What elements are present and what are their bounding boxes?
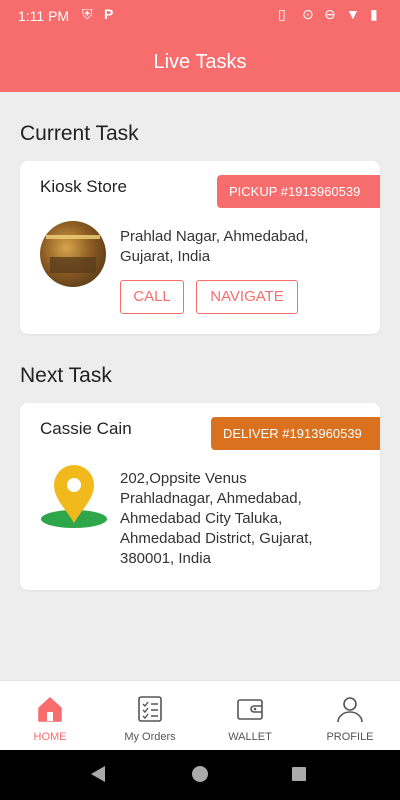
location-pin-icon bbox=[41, 465, 107, 528]
next-task-card[interactable]: Cassie Cain DELIVER #1913960539 202,Opps… bbox=[20, 403, 380, 590]
nav-wallet[interactable]: WALLET bbox=[200, 681, 300, 751]
nav-wallet-label: WALLET bbox=[228, 731, 272, 743]
orders-icon bbox=[138, 696, 162, 722]
recents-icon[interactable] bbox=[292, 767, 306, 781]
app-header: Live Tasks bbox=[0, 32, 400, 92]
nav-profile-label: PROFILE bbox=[326, 731, 374, 743]
customer-name: Cassie Cain bbox=[40, 419, 132, 438]
nav-home[interactable]: HOME bbox=[0, 681, 100, 751]
next-task-title: Next Task bbox=[20, 364, 112, 387]
pickup-badge: PICKUP #1913960539 bbox=[217, 175, 380, 208]
current-task-card[interactable]: Kiosk Store PICKUP #1913960539 Prahlad N… bbox=[20, 161, 380, 334]
shield-icon: ⛨ bbox=[82, 6, 93, 22]
status-time: 1:11 PM bbox=[18, 8, 70, 24]
navigate-button[interactable]: NAVIGATE bbox=[196, 280, 298, 314]
parking-app-icon: P bbox=[104, 6, 114, 22]
battery-icon: ▮ bbox=[370, 6, 378, 22]
call-button[interactable]: CALL bbox=[120, 280, 184, 314]
nav-my-orders-label: My Orders bbox=[124, 731, 176, 743]
store-address: Prahlad Nagar, Ahmedabad, Gujarat, India bbox=[120, 228, 309, 265]
deliver-badge: DELIVER #1913960539 bbox=[211, 417, 380, 450]
status-bar: 1:11 PM ⛨ P ▯ ⊙ ⊖ ▼ ▮ bbox=[0, 0, 400, 32]
home-icon bbox=[38, 697, 62, 722]
store-name: Kiosk Store bbox=[40, 177, 127, 196]
system-nav-bar bbox=[0, 750, 400, 800]
profile-icon bbox=[337, 697, 363, 723]
current-task-title: Current Task bbox=[20, 122, 139, 145]
page-title: Live Tasks bbox=[153, 51, 247, 73]
store-thumbnail bbox=[40, 221, 106, 287]
nav-home-label: HOME bbox=[33, 731, 67, 743]
customer-address: 202,Oppsite Venus Prahladnagar, Ahmedaba… bbox=[120, 470, 313, 567]
wifi-icon: ▼ bbox=[346, 6, 360, 22]
vibrate-icon: ▯ bbox=[278, 6, 286, 22]
nav-profile[interactable]: PROFILE bbox=[300, 681, 400, 751]
nav-my-orders[interactable]: My Orders bbox=[100, 681, 200, 751]
wallet-icon bbox=[237, 699, 263, 720]
back-icon[interactable] bbox=[91, 766, 105, 782]
dnd-icon: ⊖ bbox=[324, 6, 336, 22]
location-icon: ⊙ bbox=[302, 6, 314, 22]
bottom-nav: HOME My Orders WALLET PROFILE bbox=[0, 680, 400, 750]
home-circle-icon[interactable] bbox=[192, 766, 208, 782]
